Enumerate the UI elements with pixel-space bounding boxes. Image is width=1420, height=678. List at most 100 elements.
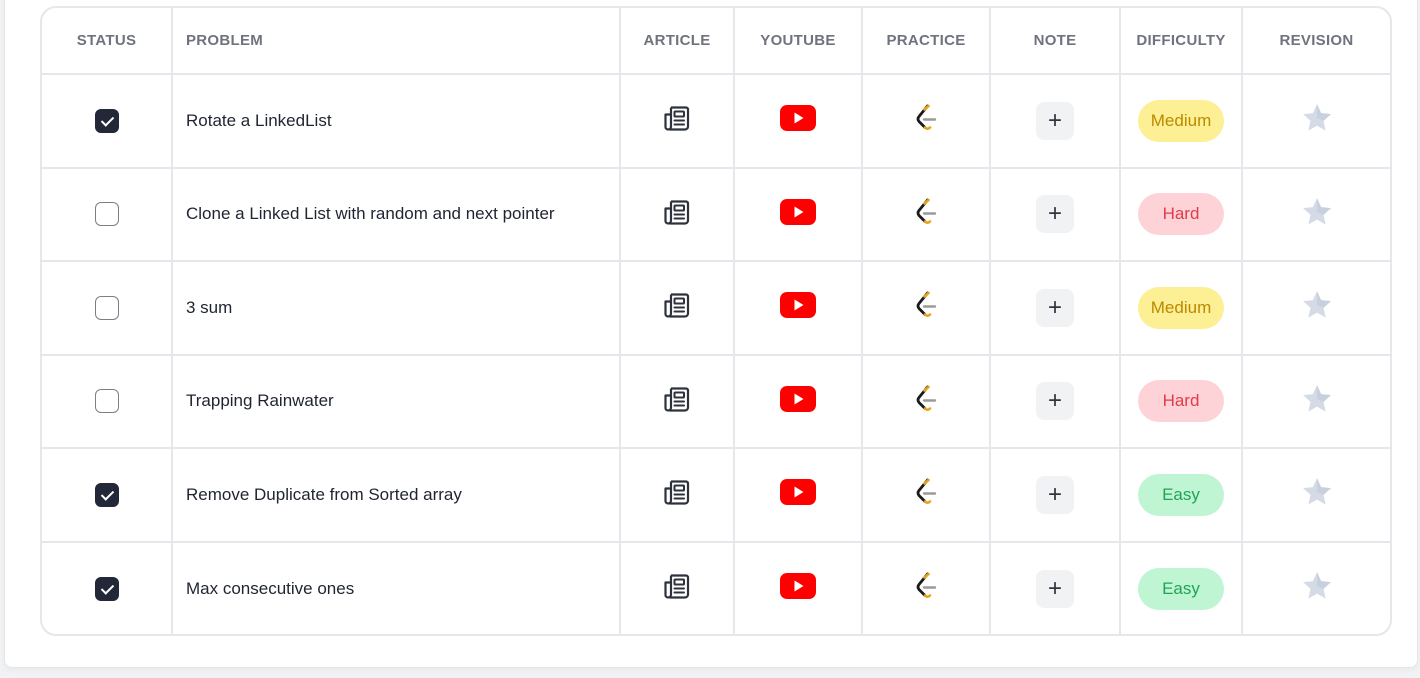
article-icon[interactable] [663,572,691,600]
difficulty-cell: Hard [1120,167,1243,262]
status-checkbox[interactable] [94,389,119,414]
youtube-icon[interactable] [780,292,816,319]
difficulty-cell: Easy [1120,541,1243,634]
star-icon[interactable] [1300,101,1334,135]
status-cell [42,167,173,262]
table-row: 3 sum + Medium [42,261,1390,356]
leetcode-icon[interactable] [911,570,941,602]
status-checkbox[interactable] [94,108,119,133]
article-cell [620,448,735,543]
problem-title: Rotate a LinkedList [172,74,621,169]
status-cell [42,448,173,543]
status-cell [42,74,173,169]
article-cell [620,541,735,634]
leetcode-icon[interactable] [911,476,941,508]
status-cell [42,354,173,449]
youtube-icon[interactable] [780,385,816,412]
note-cell: + [990,74,1121,169]
leetcode-icon[interactable] [911,102,941,134]
leetcode-icon[interactable] [911,383,941,415]
star-icon[interactable] [1300,569,1334,603]
practice-cell [862,261,991,356]
status-cell [42,541,173,634]
star-icon[interactable] [1300,382,1334,416]
revision-cell [1242,354,1390,449]
difficulty-cell: Medium [1120,74,1243,169]
practice-cell [862,167,991,262]
problem-title: Remove Duplicate from Sorted array [172,448,621,543]
star-icon[interactable] [1300,195,1334,229]
article-cell [620,354,735,449]
difficulty-badge: Medium [1138,99,1224,142]
difficulty-cell: Hard [1120,354,1243,449]
article-icon[interactable] [663,385,691,413]
status-checkbox[interactable] [94,202,119,227]
difficulty-badge: Easy [1138,567,1224,610]
header-note: NOTE [990,8,1121,75]
practice-cell [862,354,991,449]
star-icon[interactable] [1300,475,1334,509]
table-body: Rotate a LinkedList + Medium Clone a Lin… [42,74,1390,635]
practice-cell [862,448,991,543]
plus-icon[interactable]: + [1036,288,1074,327]
youtube-icon[interactable] [780,479,816,506]
header-status: STATUS [42,8,173,75]
youtube-cell [734,354,863,449]
youtube-icon[interactable] [780,198,816,225]
youtube-cell [734,448,863,543]
problem-title: Max consecutive ones [172,541,621,634]
plus-icon[interactable]: + [1036,101,1074,140]
practice-cell [862,74,991,169]
revision-cell [1242,448,1390,543]
youtube-icon[interactable] [780,105,816,132]
youtube-cell [734,261,863,356]
problems-table: STATUS PROBLEM ARTICLE YOUTUBE PRACTICE … [42,8,1390,635]
revision-cell [1242,167,1390,262]
plus-icon[interactable]: + [1036,569,1074,608]
note-cell: + [990,167,1121,262]
note-cell: + [990,541,1121,634]
status-checkbox[interactable] [94,576,119,601]
youtube-cell [734,167,863,262]
article-cell [620,261,735,356]
status-checkbox[interactable] [94,295,119,320]
note-cell: + [990,261,1121,356]
article-icon[interactable] [663,478,691,506]
leetcode-icon[interactable] [911,289,941,321]
difficulty-badge: Easy [1138,473,1224,516]
problem-title: 3 sum [172,261,621,356]
article-icon[interactable] [663,104,691,132]
problem-title: Clone a Linked List with random and next… [172,167,621,262]
star-icon[interactable] [1300,288,1334,322]
revision-cell [1242,542,1390,635]
youtube-icon[interactable] [780,573,816,600]
status-cell [42,261,173,356]
article-cell [620,167,735,262]
header-article: ARTICLE [620,8,735,75]
header-problem: PROBLEM [172,8,621,75]
header-difficulty: DIFFICULTY [1120,8,1243,75]
problems-table-wrapper: STATUS PROBLEM ARTICLE YOUTUBE PRACTICE … [40,6,1392,636]
table-row: Rotate a LinkedList + Medium [42,74,1390,169]
table-row: Trapping Rainwater + Hard [42,354,1390,449]
problems-card: STATUS PROBLEM ARTICLE YOUTUBE PRACTICE … [4,0,1418,668]
plus-icon[interactable]: + [1036,475,1074,514]
practice-cell [862,541,991,634]
table-row: Clone a Linked List with random and next… [42,167,1390,262]
note-cell: + [990,448,1121,543]
revision-cell [1242,261,1390,356]
youtube-cell [734,541,863,634]
difficulty-badge: Hard [1138,380,1224,423]
table-row: Remove Duplicate from Sorted array + Eas… [42,448,1390,543]
difficulty-cell: Easy [1120,448,1243,543]
plus-icon[interactable]: + [1036,382,1074,421]
plus-icon[interactable]: + [1036,195,1074,234]
header-youtube: YOUTUBE [734,8,863,75]
leetcode-icon[interactable] [911,196,941,228]
difficulty-badge: Medium [1138,286,1224,329]
status-checkbox[interactable] [94,482,119,507]
header-practice: PRACTICE [862,8,991,75]
note-cell: + [990,354,1121,449]
article-icon[interactable] [663,291,691,319]
article-icon[interactable] [663,198,691,226]
